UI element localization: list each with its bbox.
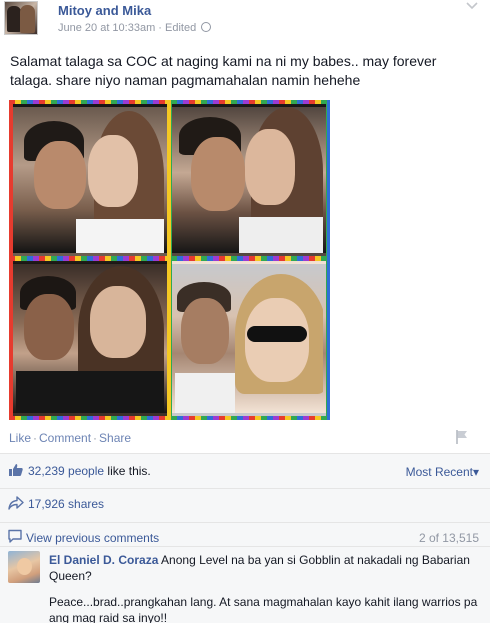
avatar-figure-left <box>7 6 21 32</box>
like-link[interactable]: Like <box>9 431 31 445</box>
photo-face-man <box>24 294 74 360</box>
likes-suffix: like this. <box>104 464 151 478</box>
divider <box>0 522 490 523</box>
globe-icon[interactable] <box>201 22 212 32</box>
photo-kiss-1[interactable] <box>13 104 167 256</box>
photo-face-woman <box>88 135 138 207</box>
photo-sunglasses <box>247 326 307 342</box>
comment-count: 2 of 13,515 <box>418 531 479 545</box>
photo-face-woman <box>245 129 295 205</box>
photo-selfie-1[interactable] <box>13 261 167 416</box>
thumbs-up-icon <box>9 464 23 476</box>
avatar-face <box>17 558 32 575</box>
comments-header-row: View previous comments 2 of 13,515 <box>0 528 490 548</box>
commenter-avatar[interactable] <box>8 551 40 583</box>
post-date-link[interactable]: June 20 at 10:33am <box>58 22 155 34</box>
photo-face-man <box>191 137 245 211</box>
likes-count-link[interactable]: 32,239 people <box>28 464 104 478</box>
shares-link[interactable]: 17,926 shares <box>28 497 104 511</box>
edited-link[interactable]: Edited <box>165 22 196 34</box>
meta-separator: · <box>155 22 166 34</box>
photo-kiss-2[interactable] <box>172 104 326 256</box>
likes-text: 32,239 people like this. <box>28 464 151 478</box>
chevron-down-icon[interactable] <box>466 0 478 12</box>
divider <box>0 546 490 547</box>
photo-face-man <box>34 141 86 209</box>
likes-row: 32,239 people like this. Most Recent▾ <box>0 462 490 482</box>
photo-face-woman <box>90 286 146 358</box>
post-header: Mitoy and Mika June 20 at 10:33am · Edit… <box>0 0 490 40</box>
photo-shirt <box>175 373 235 413</box>
page-avatar[interactable] <box>4 1 38 35</box>
comment-text-2: Peace...brad..prangkahan lang. At sana m… <box>49 595 478 623</box>
sort-label: Most Recent <box>405 465 473 479</box>
view-previous-comments-link[interactable]: View previous comments <box>26 531 159 545</box>
photo-selfie-2[interactable] <box>172 261 326 416</box>
post-meta: June 20 at 10:33am · Edited <box>58 22 212 34</box>
shares-row: 17,926 shares <box>0 486 490 516</box>
page-name-link[interactable]: Mitoy and Mika <box>58 3 151 18</box>
caret-down-icon: ▾ <box>472 465 479 479</box>
comment-author-link[interactable]: El Daniel D. Coraza <box>49 553 158 567</box>
flag-icon[interactable] <box>454 429 470 445</box>
comment-bubble-icon <box>8 529 22 543</box>
avatar-figure-right <box>20 5 35 33</box>
comment-item: El Daniel D. Coraza Anong Level na ba ya… <box>0 550 490 623</box>
comment-line-1: El Daniel D. Coraza Anong Level na ba ya… <box>49 552 479 584</box>
photo-collage[interactable] <box>9 100 330 420</box>
action-separator: · <box>93 431 98 445</box>
photo-face-man <box>181 298 229 364</box>
comment-body: El Daniel D. Coraza Anong Level na ba ya… <box>49 552 479 623</box>
photo-shirt <box>16 371 164 413</box>
share-link[interactable]: Share <box>99 431 131 445</box>
photo-shirt <box>239 217 323 253</box>
post-actions: Like · Comment · Share <box>9 431 131 445</box>
sort-dropdown[interactable]: Most Recent▾ <box>406 465 479 479</box>
photo-shirt <box>76 219 164 253</box>
post-text: Salamat talaga sa COC at naging kami na … <box>10 53 437 88</box>
share-arrow-icon <box>8 496 24 510</box>
post-summary: 32,239 people like this. Most Recent▾ 17… <box>0 453 490 623</box>
comment-link[interactable]: Comment <box>39 431 91 445</box>
action-separator: · <box>33 431 38 445</box>
